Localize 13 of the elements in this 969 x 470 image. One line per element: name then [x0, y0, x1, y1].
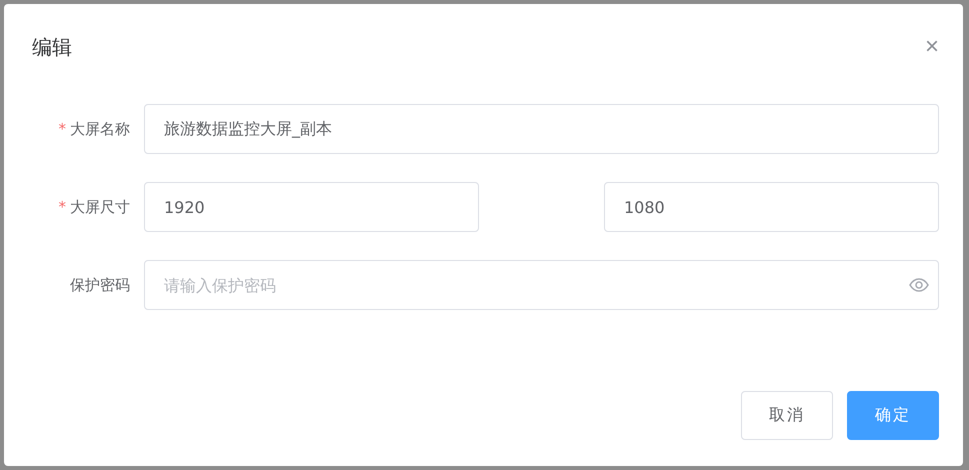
- password-field[interactable]: 请输入保护密码: [144, 260, 939, 310]
- field-label: * 大屏名称: [58, 120, 131, 138]
- cancel-button[interactable]: 取消: [741, 391, 833, 440]
- height-field[interactable]: 1080: [604, 182, 939, 232]
- field-label: * 大屏尺寸: [58, 198, 131, 216]
- name-field[interactable]: 旅游数据监控大屏_副本: [144, 104, 939, 154]
- dialog-title: 编辑: [32, 34, 72, 60]
- width-field[interactable]: 1920: [144, 182, 479, 232]
- field-label: 保护密码: [69, 276, 131, 294]
- eye-icon[interactable]: [909, 278, 929, 292]
- required-mark: *: [58, 198, 66, 216]
- required-mark: *: [58, 120, 66, 138]
- close-button[interactable]: ×: [924, 35, 939, 59]
